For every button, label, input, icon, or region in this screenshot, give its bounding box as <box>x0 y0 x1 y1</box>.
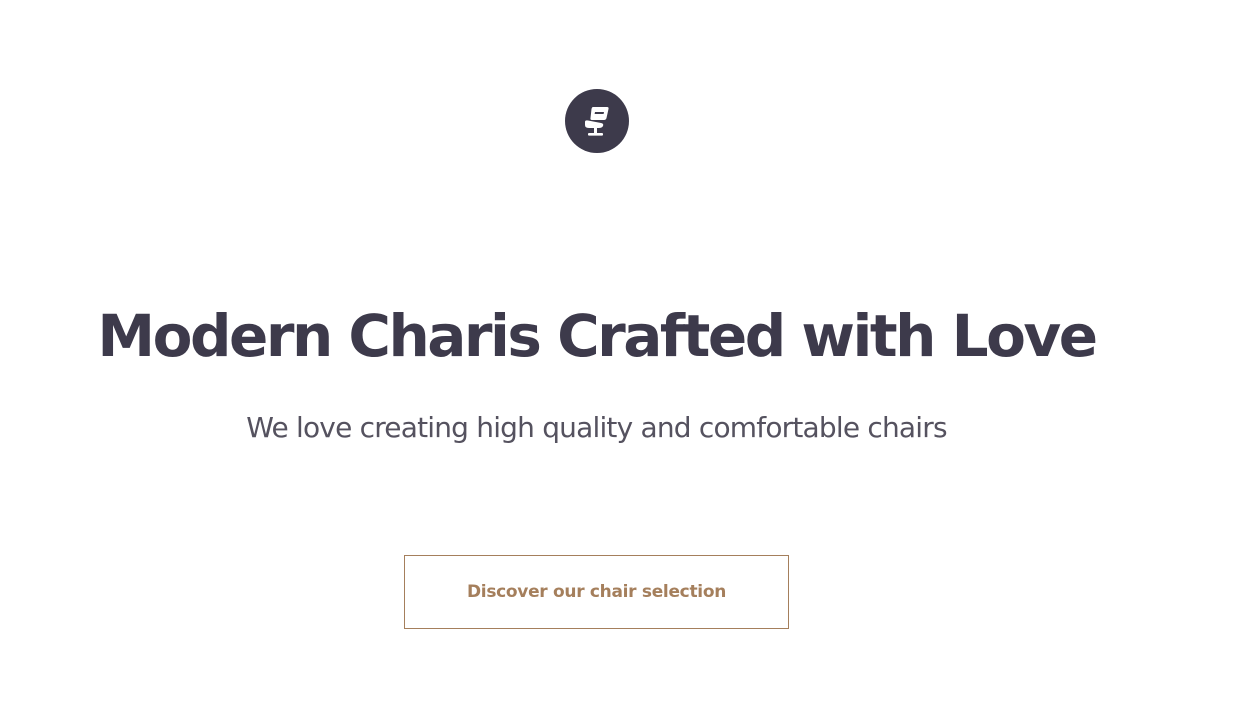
hero-section: Modern Charis Crafted with Love We love … <box>0 0 1239 715</box>
hero-subtitle: We love creating high quality and comfor… <box>246 411 947 444</box>
discover-chairs-button-label: Discover our chair selection <box>466 582 726 602</box>
chair-icon <box>577 101 617 141</box>
logo[interactable] <box>565 89 629 153</box>
page-title: Modern Charis Crafted with Love <box>97 302 1098 370</box>
discover-chairs-button[interactable]: Discover our chair selection <box>404 555 789 629</box>
